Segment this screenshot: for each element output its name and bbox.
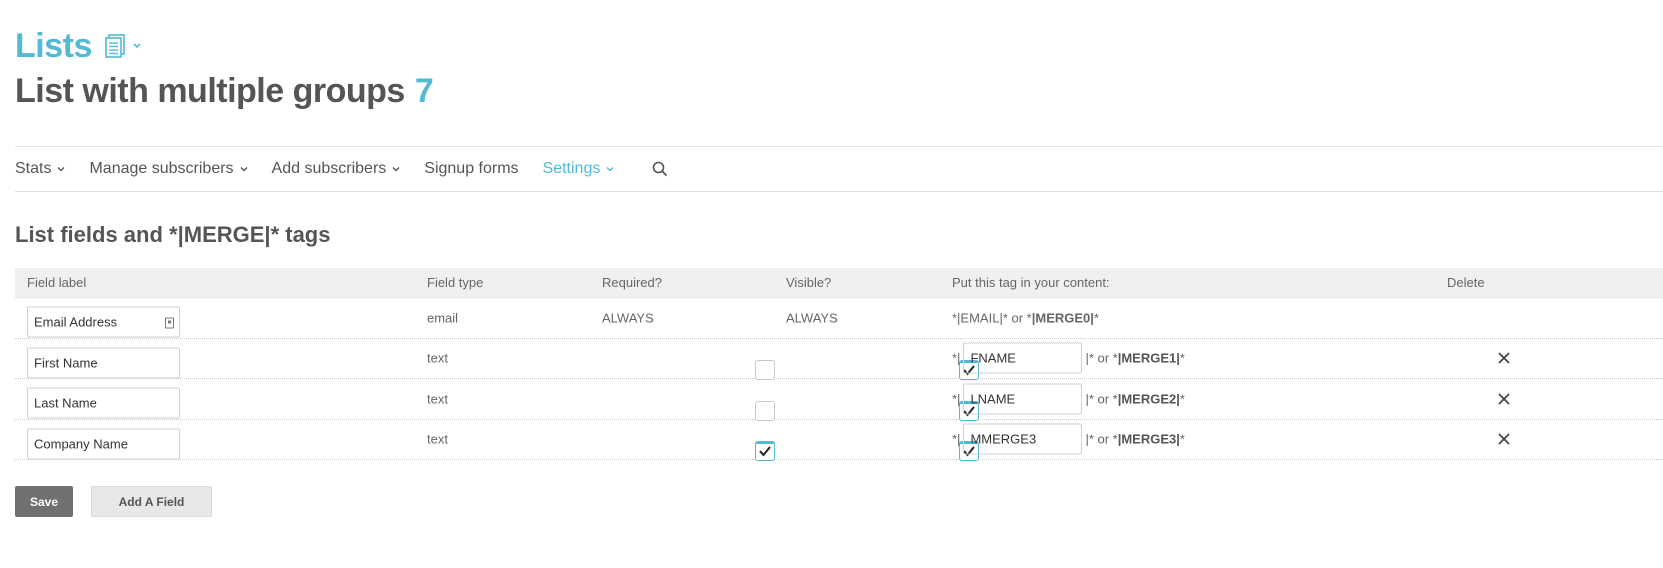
checkmark-icon bbox=[759, 446, 771, 457]
close-icon bbox=[1498, 433, 1510, 445]
field-type: email bbox=[427, 310, 459, 326]
nav-add-subscribers-label: Add subscribers bbox=[271, 160, 387, 177]
table-header: Field label Field type Required? Visible… bbox=[15, 268, 1663, 298]
close-icon bbox=[1498, 352, 1510, 364]
field-label-input[interactable]: Last Name bbox=[27, 387, 180, 419]
close-icon bbox=[1498, 393, 1510, 405]
tag-post: |* or *|MERGE1|* bbox=[1085, 351, 1185, 366]
field-type: text bbox=[427, 350, 448, 366]
merge-tag: |MERGE1| bbox=[1117, 350, 1180, 366]
merge-tag-editor: *| MMERGE3 |* or *|MERGE3|* bbox=[952, 423, 1185, 455]
col-merge-tag: Put this tag in your content: bbox=[952, 275, 1110, 290]
field-label-value: Company Name bbox=[34, 436, 128, 451]
list-nav: Stats Manage subscribers Add subscribers… bbox=[15, 146, 1663, 192]
chevron-down-icon bbox=[606, 167, 614, 172]
nav-signup-forms-label: Signup forms bbox=[424, 160, 519, 177]
col-required: Required? bbox=[602, 275, 662, 290]
field-label-value: First Name bbox=[34, 355, 98, 370]
tag-suffix: * bbox=[1179, 350, 1185, 366]
tag-post: |* or *|MERGE3|* bbox=[1085, 432, 1185, 447]
merge-tag-input[interactable]: LNAME bbox=[963, 383, 1083, 415]
field-label-input[interactable]: Email Address bbox=[27, 306, 180, 338]
field-label-value: Last Name bbox=[34, 395, 97, 411]
col-field-type: Field type bbox=[427, 275, 484, 290]
visible-value: ALWAYS bbox=[786, 310, 838, 326]
save-button[interactable]: Save bbox=[15, 486, 73, 517]
required-checkbox[interactable] bbox=[755, 360, 775, 380]
required-value: ALWAYS bbox=[602, 310, 654, 326]
delete-field-button[interactable] bbox=[1497, 351, 1511, 365]
field-type: text bbox=[427, 431, 448, 447]
tag-suffix: * bbox=[1179, 431, 1185, 447]
nav-stats-label: Stats bbox=[15, 160, 52, 177]
merge-tag-editor: *| LNAME |* or *|MERGE2|* bbox=[952, 383, 1185, 415]
chevron-down-icon bbox=[57, 167, 65, 172]
nav-stats[interactable]: Stats bbox=[15, 160, 65, 178]
tag-mid: |* or * bbox=[1085, 350, 1118, 366]
col-visible: Visible? bbox=[786, 275, 832, 290]
tag-mid: |* or * bbox=[1085, 391, 1118, 407]
search-icon bbox=[653, 161, 668, 177]
chevron-down-icon bbox=[240, 167, 248, 172]
merge-tag-input[interactable]: MMERGE3 bbox=[963, 423, 1083, 455]
contact-card-icon bbox=[165, 317, 174, 329]
list-count: 7 bbox=[414, 72, 434, 110]
required-checkbox[interactable] bbox=[755, 441, 775, 461]
chevron-down-icon bbox=[392, 167, 400, 172]
nav-settings-label: Settings bbox=[542, 160, 601, 177]
merge-tag: |MERGE3| bbox=[1117, 431, 1180, 447]
search-button[interactable] bbox=[652, 161, 668, 177]
tag-prefix: *| bbox=[952, 431, 961, 447]
field-label-value: Email Address bbox=[34, 314, 118, 330]
nav-add-subscribers[interactable]: Add subscribers bbox=[272, 160, 401, 178]
tag-post: |* or *|MERGE2|* bbox=[1085, 391, 1185, 406]
list-name: List with multiple groups bbox=[15, 72, 405, 110]
merge-tag-input[interactable]: FNAME bbox=[963, 342, 1083, 374]
section-title: List fields and *|MERGE|* tags bbox=[15, 222, 331, 247]
list-document-icon bbox=[105, 34, 125, 58]
list-menu-button[interactable] bbox=[105, 34, 143, 58]
tag-suffix: * bbox=[1179, 391, 1185, 407]
delete-field-button[interactable] bbox=[1497, 432, 1511, 446]
page-title: List with multiple groups 7 bbox=[15, 72, 434, 111]
delete-field-button[interactable] bbox=[1497, 392, 1511, 406]
merge-tag: |MERGE0| bbox=[1031, 310, 1094, 326]
table-row: Email Address email ALWAYS ALWAYS *|EMAI… bbox=[15, 298, 1663, 339]
merge-tag-editor: *| FNAME |* or *|MERGE1|* bbox=[952, 342, 1185, 374]
merge-tag-text: *|EMAIL|* or * |MERGE0| * bbox=[952, 310, 1099, 325]
add-field-button[interactable]: Add A Field bbox=[91, 486, 212, 517]
tag-text: *|EMAIL|* or * bbox=[952, 310, 1032, 326]
tag-prefix: *| bbox=[952, 391, 961, 407]
nav-signup-forms[interactable]: Signup forms bbox=[424, 160, 518, 178]
tag-suffix: * bbox=[1093, 310, 1099, 326]
field-label-input[interactable]: Company Name bbox=[27, 428, 180, 459]
nav-settings[interactable]: Settings bbox=[543, 160, 615, 178]
fields-table: Field label Field type Required? Visible… bbox=[15, 268, 1663, 461]
table-row: Last Name text *| LNAME |* or *|MERGE2|* bbox=[15, 379, 1663, 421]
merge-tag: |MERGE2| bbox=[1117, 391, 1180, 407]
col-delete: Delete bbox=[1447, 275, 1485, 290]
col-field-label: Field label bbox=[27, 275, 87, 290]
required-checkbox[interactable] bbox=[755, 400, 775, 421]
breadcrumb-lists-link[interactable]: Lists bbox=[15, 27, 92, 66]
breadcrumb: Lists bbox=[15, 26, 143, 66]
table-row: Company Name text *| MMERGE3 |* or *|MER… bbox=[15, 420, 1663, 461]
field-label-input[interactable]: First Name bbox=[27, 347, 180, 378]
tag-mid: |* or * bbox=[1085, 431, 1118, 447]
tag-prefix: *| bbox=[952, 350, 961, 366]
nav-manage-subscribers-label: Manage subscribers bbox=[89, 160, 234, 177]
field-type: text bbox=[427, 391, 448, 407]
nav-manage-subscribers[interactable]: Manage subscribers bbox=[89, 160, 248, 178]
chevron-down-icon bbox=[133, 43, 141, 49]
table-row: First Name text *| FNAME |* or *|MERGE1|… bbox=[15, 339, 1663, 380]
